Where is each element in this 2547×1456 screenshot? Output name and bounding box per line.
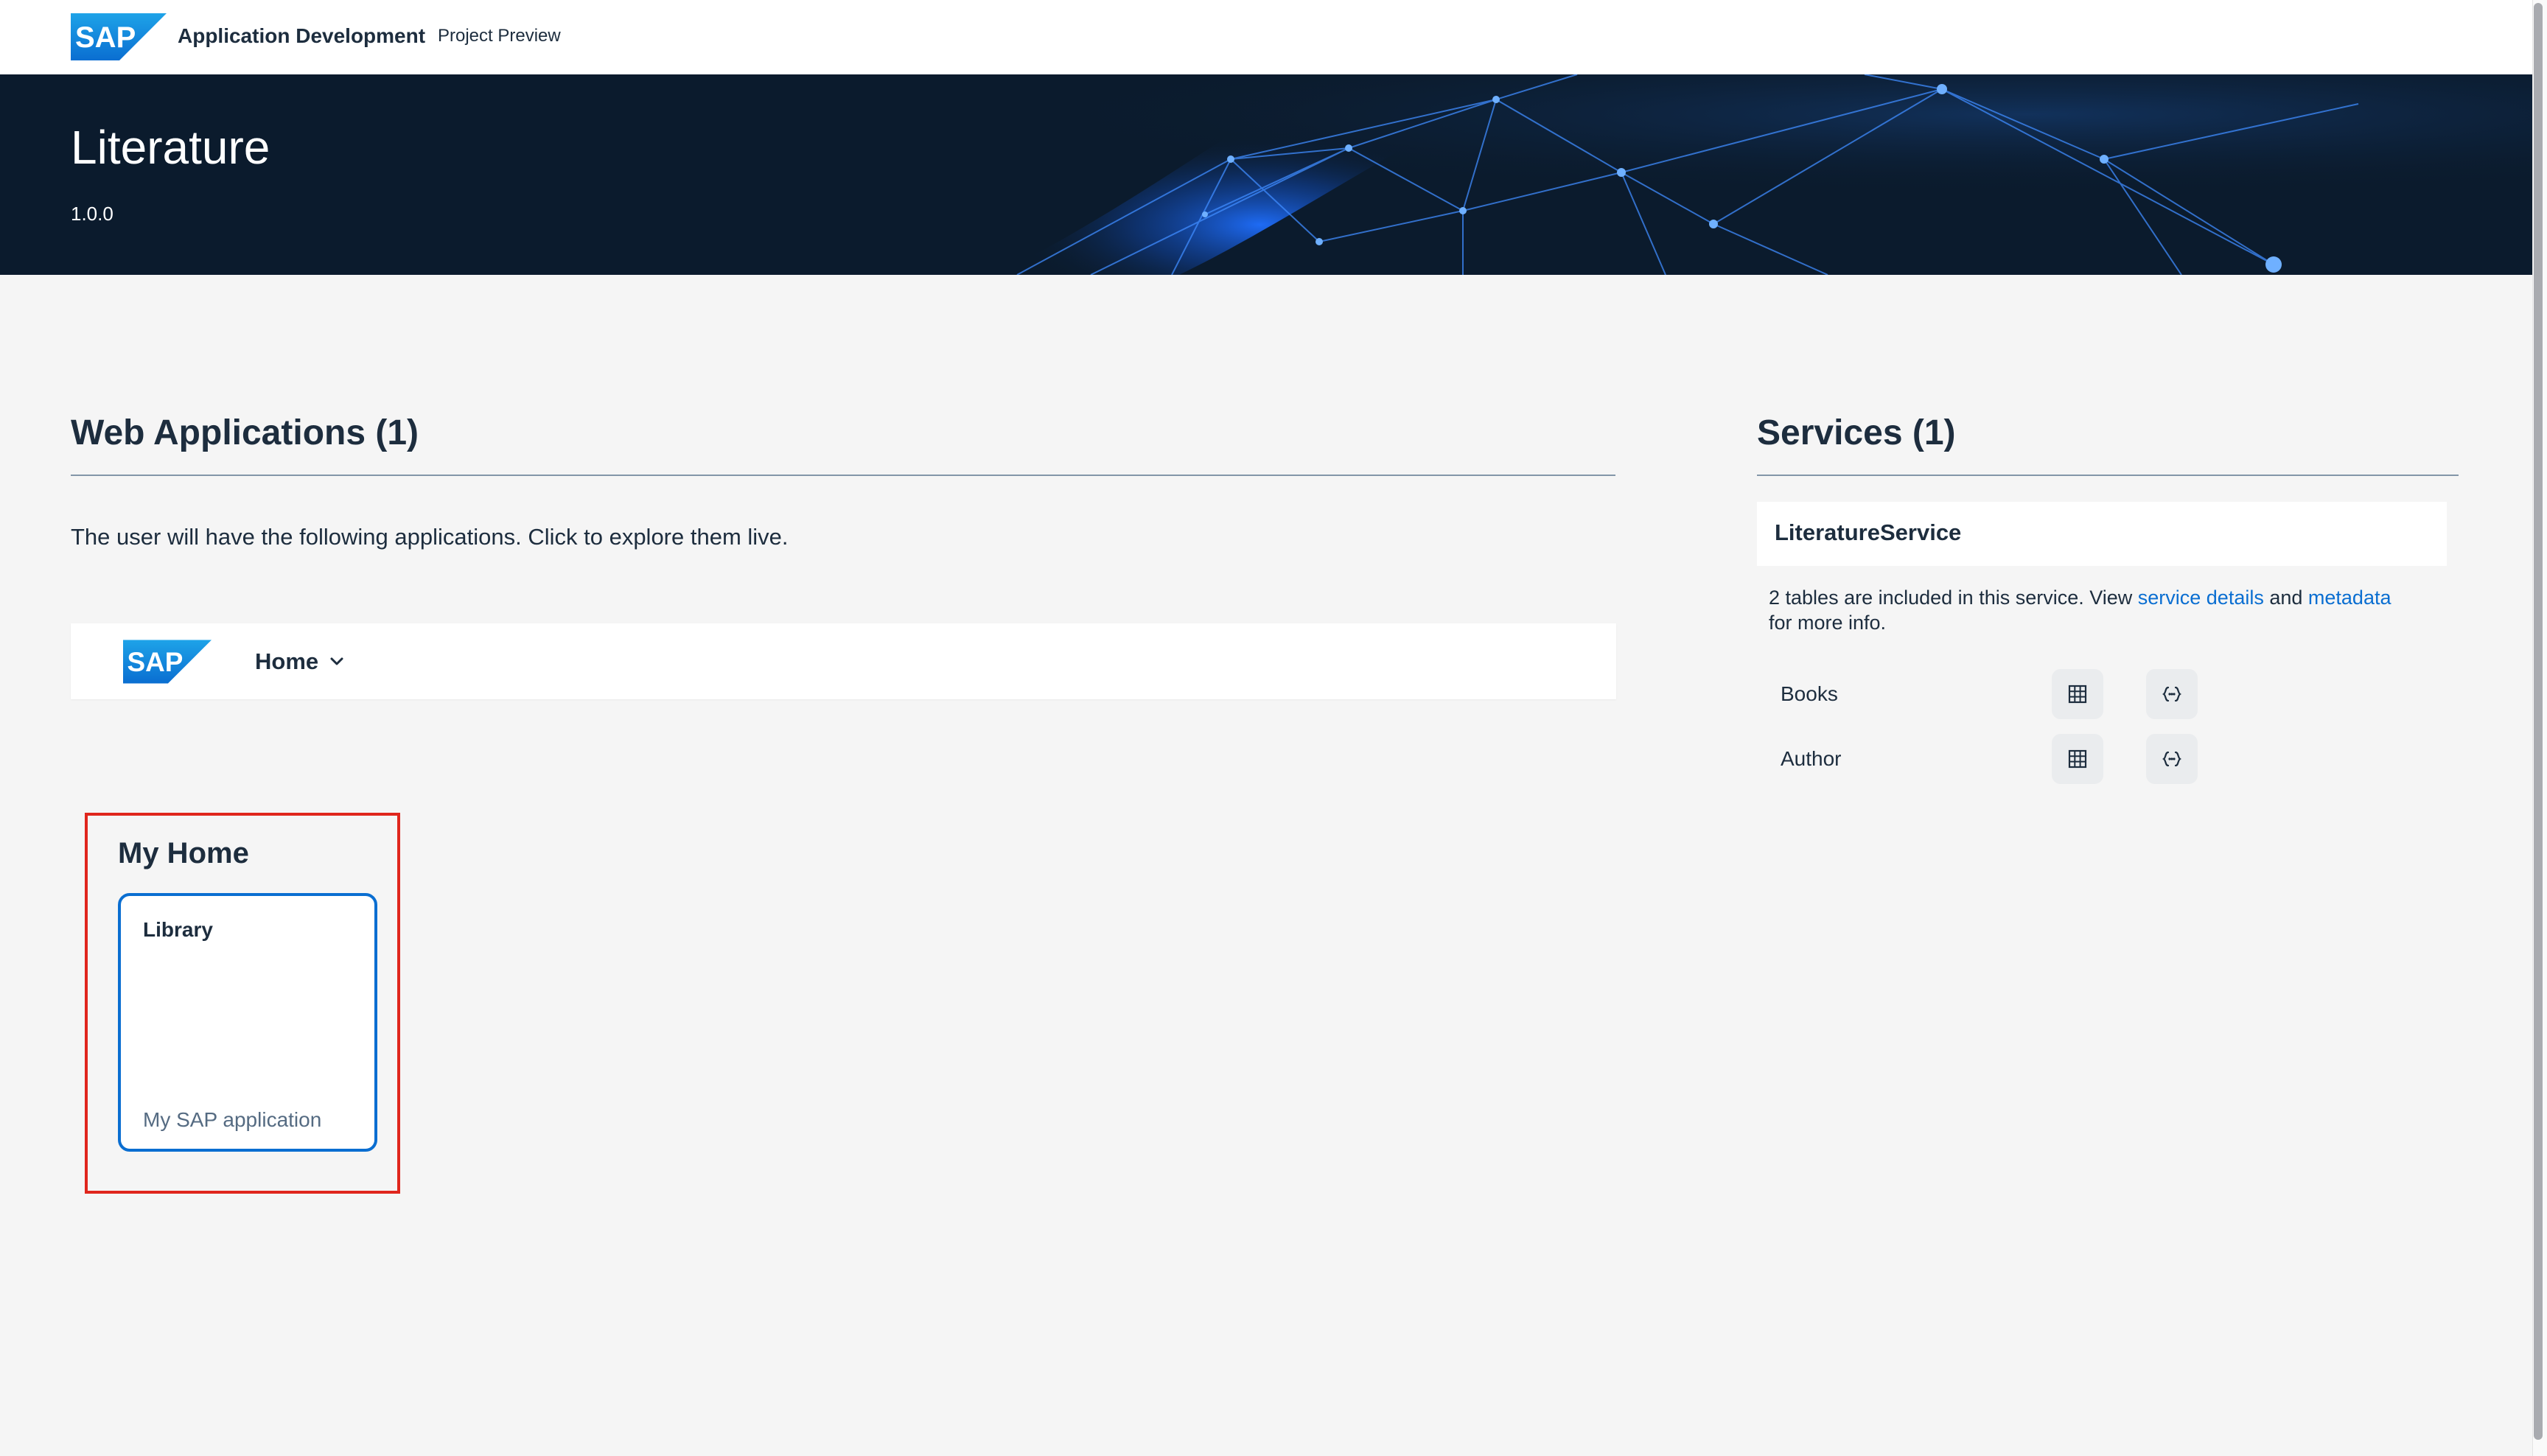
view-json-button[interactable] [2146,669,2198,719]
hero-banner: Literature 1.0.0 [0,74,2532,275]
group-title: My Home [118,837,249,869]
table-icon [2068,685,2087,704]
web-applications-heading: Web Applications (1) [71,413,419,452]
project-title: Literature [71,121,270,174]
chevron-down-icon [330,657,343,665]
svg-text:SAP: SAP [127,647,184,677]
view-table-button[interactable] [2052,734,2103,784]
view-table-button[interactable] [2052,669,2103,719]
scrollbar-thumb[interactable] [2534,3,2543,1440]
app-title: Application Development [178,24,426,47]
home-menu-button[interactable]: Home [255,645,345,678]
service-info-text: 2 tables are included in this service. V… [1769,585,2447,635]
services-divider [1757,475,2459,476]
view-json-button[interactable] [2146,734,2198,784]
project-version: 1.0.0 [71,203,113,225]
service-card-header: LiteratureService [1757,502,2447,566]
network-background-image [0,74,2532,275]
entity-name: Author [1781,747,1842,770]
service-details-link[interactable]: service details [2138,587,2264,609]
service-info-and: and [2263,587,2308,609]
code-icon [2162,686,2181,702]
app-subtitle: Project Preview [438,26,561,46]
web-applications-description: The user will have the following applica… [71,524,789,550]
svg-text:SAP: SAP [75,21,136,54]
sap-logo[interactable]: SAP [71,13,167,60]
web-applications-divider [71,475,1615,476]
code-icon [2162,751,2181,767]
shell-bar: SAP Application Development Project Prev… [0,0,2532,74]
service-info-prefix: 2 tables are included in this service. V… [1769,587,2138,609]
library-tile[interactable]: Library My SAP application [118,893,377,1152]
metadata-link[interactable]: metadata [2308,587,2391,609]
entity-row-author: Author [1781,734,2208,784]
home-menu-label: Home [255,648,319,674]
service-name: LiteratureService [1775,519,1962,545]
tile-title: Library [143,918,213,941]
entity-name: Books [1781,682,1838,705]
tile-subtitle: My SAP application [143,1108,322,1131]
services-heading: Services (1) [1757,413,1956,452]
sap-logo[interactable]: SAP [123,640,212,684]
entity-row-books: Books [1781,669,2208,719]
service-info-suffix: for more info. [1769,612,1887,634]
launchpad-shell-bar: SAP Home [71,623,1616,699]
table-icon [2068,749,2087,769]
